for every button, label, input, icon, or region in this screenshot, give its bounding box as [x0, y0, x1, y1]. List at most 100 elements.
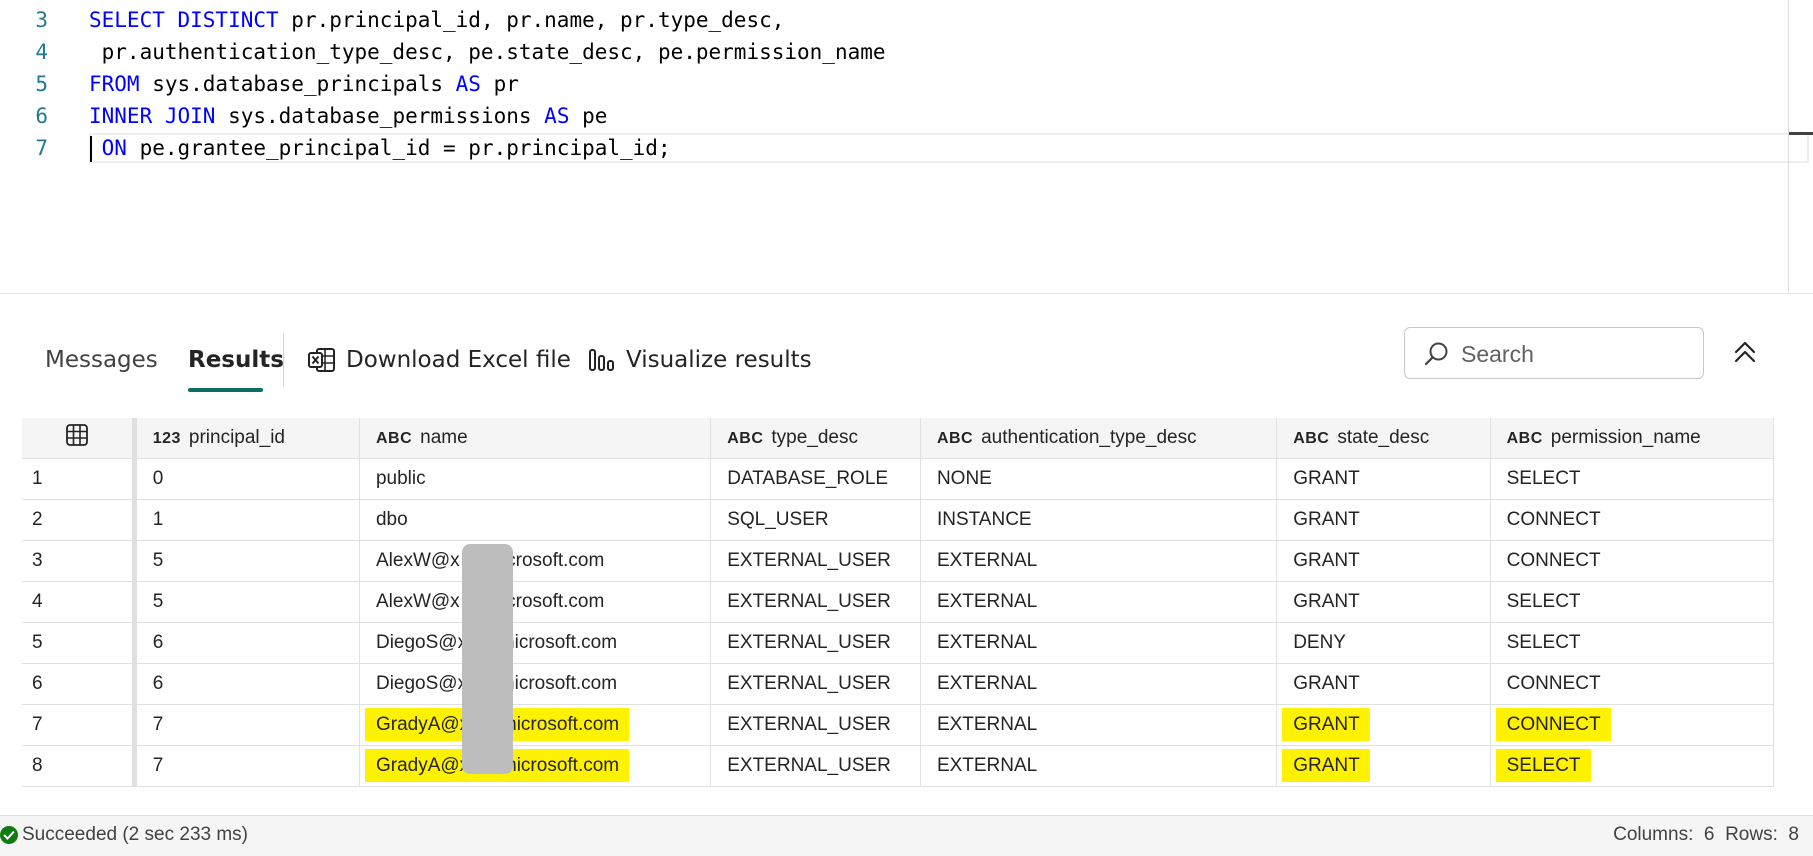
cell-name[interactable]: GradyA@x .onmicrosoft.com: [359, 704, 712, 746]
cell-authentication-type-desc[interactable]: INSTANCE: [920, 499, 1278, 541]
cell-type-desc[interactable]: EXTERNAL_USER: [710, 704, 921, 746]
editor-scrollbar-track[interactable]: [1788, 0, 1789, 293]
row-number[interactable]: 2: [22, 499, 137, 541]
cell-authentication-type-desc[interactable]: EXTERNAL: [920, 581, 1278, 623]
column-header-authentication-type-desc[interactable]: ABC authentication_type_desc: [920, 418, 1278, 459]
cell-type-desc[interactable]: EXTERNAL_USER: [710, 540, 921, 582]
cell-name[interactable]: DiegoS@x .onmicrosoft.com: [359, 622, 712, 664]
table-row[interactable]: 8 7 GradyA@x .onmicrosoft.com EXTERNAL_USER…: [22, 745, 1775, 787]
table-row[interactable]: 6 6 DiegoS@x .onmicrosoft.com EXTERNAL_USER…: [22, 663, 1775, 705]
row-number[interactable]: 5: [22, 622, 137, 664]
cell-authentication-type-desc[interactable]: EXTERNAL: [920, 540, 1278, 582]
table-row[interactable]: 4 5 AlexW@x onmicrosoft.com EXTERNAL_USER EX…: [22, 581, 1775, 623]
cell-state-desc[interactable]: DENY: [1276, 622, 1491, 664]
cell-principal-id[interactable]: 6: [134, 622, 360, 664]
column-header-principal-id[interactable]: 123 principal_id: [134, 418, 360, 459]
table-row[interactable]: 3 5 AlexW@x onmicrosoft.com EXTERNAL_USER EX…: [22, 540, 1775, 582]
cell-value: CONNECT: [1495, 708, 1611, 741]
cell-authentication-type-desc[interactable]: NONE: [920, 458, 1278, 500]
code-text: FROM sys.database_principals AS pr: [89, 68, 519, 100]
text-type-icon: ABC: [1506, 430, 1543, 447]
editor-scrollbar-thumb[interactable]: [1789, 132, 1813, 135]
cell-state-desc[interactable]: GRANT: [1276, 581, 1491, 623]
column-header-permission-name[interactable]: ABC permission_name: [1490, 418, 1775, 459]
table-grid-icon: [65, 424, 88, 446]
row-number[interactable]: 8: [22, 745, 137, 787]
code-line[interactable]: 7 ON pe.grantee_principal_id = pr.princi…: [0, 132, 1813, 164]
code-line[interactable]: 5 FROM sys.database_principals AS pr: [0, 68, 1813, 100]
visualize-results-button[interactable]: Visualize results: [588, 343, 812, 377]
cell-name[interactable]: AlexW@x onmicrosoft.com: [359, 581, 712, 623]
cell-permission-name[interactable]: CONNECT: [1490, 663, 1775, 705]
cell-principal-id[interactable]: 0: [134, 458, 360, 500]
sql-editor[interactable]: 3 SELECT DISTINCT pr.principal_id, pr.nam…: [0, 0, 1813, 294]
cell-principal-id[interactable]: 5: [134, 581, 360, 623]
cell-state-desc[interactable]: GRANT: [1276, 663, 1491, 705]
excel-icon: [308, 348, 335, 372]
table-row[interactable]: 2 1 dbo SQL_USER INSTANCE GRANT CONNECT: [22, 499, 1775, 541]
cell-type-desc[interactable]: DATABASE_ROLE: [710, 458, 921, 500]
header-row: 123 principal_id ABC name ABC type_desc ABC…: [22, 418, 1775, 459]
row-number[interactable]: 3: [22, 540, 137, 582]
cell-type-desc[interactable]: EXTERNAL_USER: [710, 663, 921, 705]
cell-authentication-type-desc[interactable]: EXTERNAL: [920, 663, 1278, 705]
cell-name[interactable]: GradyA@x .onmicrosoft.com: [359, 745, 712, 787]
column-header-label: authentication_type_desc: [981, 427, 1197, 448]
column-header-name[interactable]: ABC name: [359, 418, 712, 459]
column-header-type-desc[interactable]: ABC type_desc: [710, 418, 921, 459]
tab-messages[interactable]: Messages: [45, 343, 158, 377]
sql-text: pe: [569, 104, 608, 128]
cell-type-desc[interactable]: EXTERNAL_USER: [710, 581, 921, 623]
cell-permission-name[interactable]: SELECT: [1490, 745, 1775, 787]
code-line[interactable]: 3 SELECT DISTINCT pr.principal_id, pr.nam…: [0, 4, 1813, 36]
cell-permission-name[interactable]: SELECT: [1490, 458, 1775, 500]
row-number[interactable]: 1: [22, 458, 137, 500]
cell-value: EXTERNAL: [936, 673, 1038, 694]
row-number[interactable]: 7: [22, 704, 137, 746]
row-number[interactable]: 4: [22, 581, 137, 623]
cell-principal-id[interactable]: 7: [134, 745, 360, 787]
table-row[interactable]: 5 6 DiegoS@x .onmicrosoft.com EXTERNAL_USER…: [22, 622, 1775, 664]
cell-state-desc[interactable]: GRANT: [1276, 540, 1491, 582]
cell-principal-id[interactable]: 1: [134, 499, 360, 541]
column-header-state-desc[interactable]: ABC state_desc: [1276, 418, 1491, 459]
row-number[interactable]: 6: [22, 663, 137, 705]
cell-name[interactable]: DiegoS@x .onmicrosoft.com: [359, 663, 712, 705]
cell-principal-id[interactable]: 7: [134, 704, 360, 746]
cell-state-desc[interactable]: GRANT: [1276, 499, 1491, 541]
code-line[interactable]: 6 INNER JOIN sys.database_permissions AS …: [0, 100, 1813, 132]
cell-principal-id[interactable]: 6: [134, 663, 360, 705]
cell-name[interactable]: dbo: [359, 499, 712, 541]
download-excel-button[interactable]: Download Excel file: [308, 343, 571, 377]
cell-type-desc[interactable]: SQL_USER: [710, 499, 921, 541]
cell-name[interactable]: public: [359, 458, 712, 500]
cell-type-desc[interactable]: EXTERNAL_USER: [710, 745, 921, 787]
cell-permission-name[interactable]: SELECT: [1490, 622, 1775, 664]
cell-principal-id[interactable]: 5: [134, 540, 360, 582]
table-row[interactable]: 7 7 GradyA@x .onmicrosoft.com EXTERNAL_USER…: [22, 704, 1775, 746]
table-row[interactable]: 1 0 public DATABASE_ROLE NONE GRANT SELECT: [22, 458, 1775, 500]
collapse-panel-button[interactable]: [1730, 337, 1760, 367]
cell-state-desc[interactable]: GRANT: [1276, 704, 1491, 746]
cell-authentication-type-desc[interactable]: EXTERNAL: [920, 622, 1278, 664]
cell-authentication-type-desc[interactable]: EXTERNAL: [920, 745, 1278, 787]
cell-permission-name[interactable]: SELECT: [1490, 581, 1775, 623]
tab-results[interactable]: Results: [188, 343, 284, 377]
search-input[interactable]: [1459, 337, 1693, 371]
cell-state-desc[interactable]: GRANT: [1276, 458, 1491, 500]
cell-permission-name[interactable]: CONNECT: [1490, 499, 1775, 541]
search-box[interactable]: [1404, 327, 1704, 379]
cell-permission-name[interactable]: CONNECT: [1490, 704, 1775, 746]
cell-permission-name[interactable]: CONNECT: [1490, 540, 1775, 582]
cell-state-desc[interactable]: GRANT: [1276, 745, 1491, 787]
cell-authentication-type-desc[interactable]: EXTERNAL: [920, 704, 1278, 746]
select-all-cell[interactable]: [22, 418, 137, 459]
cell-value: EXTERNAL: [936, 714, 1038, 735]
cell-name[interactable]: AlexW@x onmicrosoft.com: [359, 540, 712, 582]
text-caret: [90, 136, 92, 162]
code-text: SELECT DISTINCT pr.principal_id, pr.name…: [89, 4, 784, 36]
grid-body: 1 0 public DATABASE_ROLE NONE GRANT SELECT 2 1 db…: [22, 458, 1775, 787]
code-line[interactable]: 4 pr.authentication_type_desc, pe.state_…: [0, 36, 1813, 68]
results-grid[interactable]: 123 principal_id ABC name ABC type_desc ABC…: [22, 418, 1775, 787]
cell-type-desc[interactable]: EXTERNAL_USER: [710, 622, 921, 664]
